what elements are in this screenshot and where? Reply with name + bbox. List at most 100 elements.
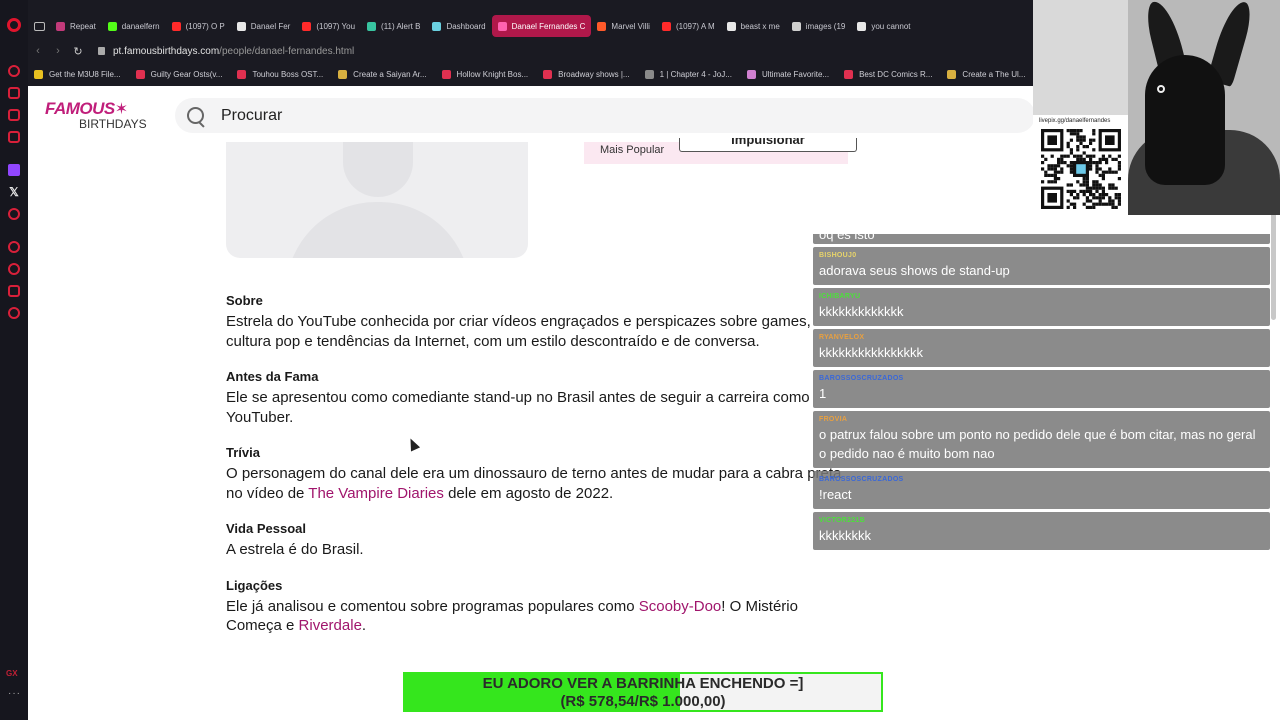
- back-icon[interactable]: ‹: [28, 45, 48, 57]
- bookmark-favicon-icon: [441, 69, 451, 79]
- tab-favicon-icon: [236, 21, 246, 31]
- bag-icon[interactable]: [8, 87, 20, 99]
- browser-tab[interactable]: (1097) A M: [656, 15, 721, 37]
- browser-tab[interactable]: (1097) You: [296, 15, 361, 37]
- before-fame-heading: Antes da Fama: [226, 369, 319, 384]
- bookmark-item[interactable]: Create a The Ul...: [947, 69, 1025, 79]
- chat-username: VICTOR221B: [819, 517, 866, 524]
- links-heading: Ligações: [226, 577, 283, 593]
- personal-life-text: A estrela é do Brasil.: [226, 541, 364, 558]
- browser-tab[interactable]: Marvel Villi: [591, 15, 656, 37]
- browser-tab[interactable]: Danael Fer: [231, 15, 297, 37]
- browser-tab[interactable]: Repeat: [50, 15, 102, 37]
- music-icon[interactable]: [8, 131, 20, 143]
- chat-message: VICTOR221B kkkkkkkk: [813, 512, 1270, 550]
- url-field[interactable]: pt.famousbirthdays.com/people/danael-fer…: [113, 46, 354, 57]
- tab-favicon-icon: [302, 21, 312, 31]
- tab-favicon-icon: [367, 21, 377, 31]
- lock-icon[interactable]: [98, 47, 105, 55]
- bookmark-item[interactable]: Create a Saiyan Ar...: [338, 69, 427, 79]
- clock-icon[interactable]: [8, 263, 20, 275]
- tab-menu-icon[interactable]: [28, 15, 50, 37]
- tab-label: (1097) A M: [675, 21, 715, 31]
- twitch-icon[interactable]: [8, 164, 20, 176]
- bookmark-favicon-icon: [543, 69, 553, 79]
- more-icon[interactable]: ···: [8, 688, 21, 699]
- personal-life-heading: Vida Pessoal: [226, 521, 306, 536]
- gx-corner-icon[interactable]: GX: [6, 669, 18, 678]
- forward-icon[interactable]: ›: [48, 45, 68, 57]
- bookmark-item[interactable]: Ultimate Favorite...: [746, 69, 830, 79]
- tab-label: (1097) You: [316, 21, 356, 31]
- bookmark-item[interactable]: Broadway shows |...: [543, 69, 630, 79]
- bookmark-label: Get the M3U8 File...: [49, 69, 121, 79]
- boost-button[interactable]: Impulsionar: [679, 138, 857, 152]
- search-icon[interactable]: [187, 106, 205, 125]
- tab-favicon-icon: [107, 21, 117, 31]
- browser-tab[interactable]: Danael Fernandes C: [491, 15, 592, 37]
- qr-panel: livepix.gg/danaelfernandes: [1033, 115, 1128, 215]
- player-icon[interactable]: [8, 208, 20, 220]
- stream-chat-overlay: oq es isto BISHOUJ0 adorava seus shows de …: [813, 234, 1270, 584]
- avatar-head-shape: [343, 142, 413, 197]
- site-logo[interactable]: FAMOUS✶ BIRTHDAYS: [45, 100, 147, 130]
- tab-favicon-icon: [597, 21, 607, 31]
- chat-username: FROVIA: [819, 416, 848, 423]
- trivia-text: O personagem do canal dele era um dinoss…: [226, 465, 842, 502]
- tab-favicon-icon: [56, 21, 65, 31]
- bookmark-favicon-icon: [135, 69, 145, 79]
- search-bar[interactable]: Procurar: [175, 98, 1035, 133]
- trivia-heading: Trívia: [226, 445, 260, 460]
- reload-icon[interactable]: ↻: [68, 45, 88, 58]
- bookmark-item[interactable]: Hollow Knight Bos...: [441, 69, 528, 79]
- browser-tab[interactable]: images (19: [786, 15, 852, 37]
- browser-tab[interactable]: (11) Alert B: [361, 15, 426, 37]
- bookmark-label: Create a Saiyan Ar...: [353, 69, 427, 79]
- chat-text: kkkkkkkkkkkkk: [819, 304, 904, 319]
- chat-text: 1: [819, 386, 827, 401]
- vampire-diaries-link[interactable]: The Vampire Diaries: [308, 485, 444, 502]
- address-bar: ‹ › ↻ pt.famousbirthdays.com/people/dana…: [28, 40, 1033, 62]
- bookmark-item[interactable]: Touhou Boss OST...: [237, 69, 323, 79]
- bookmark-label: Guilty Gear Osts(v...: [150, 69, 223, 79]
- browser-tab[interactable]: Dashboard: [426, 15, 491, 37]
- bookmark-label: Ultimate Favorite...: [761, 69, 830, 79]
- popularity-box: Mais Popular Impulsionar: [584, 138, 857, 164]
- history-icon[interactable]: [8, 241, 20, 253]
- opera-logo-icon[interactable]: [7, 18, 21, 32]
- tab-favicon-icon: [661, 21, 671, 31]
- browser-tab[interactable]: (1097) O P: [166, 15, 231, 37]
- tab-favicon-icon: [432, 21, 442, 31]
- browser-tab[interactable]: beast x me: [721, 15, 786, 37]
- tab-bar: Repeat danaelfern (1097) O P Danael Fer (109…: [28, 14, 1033, 38]
- chat-message: oq es isto: [813, 234, 1270, 244]
- bookmark-item[interactable]: Best DC Comics R...: [844, 69, 932, 79]
- bookmarks-bar: Get the M3U8 File... Guilty Gear Osts(v..…: [28, 64, 1033, 84]
- chat-message: BAROSSOSCRUZADOS 1: [813, 370, 1270, 408]
- tab-favicon-icon: [171, 21, 181, 31]
- bookmark-favicon-icon: [237, 69, 247, 79]
- tab-label: Danael Fer: [250, 21, 291, 31]
- chat-username: BAROSSOSCRUZADOS: [819, 375, 904, 382]
- bookmark-item[interactable]: Guilty Gear Osts(v...: [135, 69, 223, 79]
- tab-favicon-icon: [726, 21, 736, 31]
- scooby-doo-link[interactable]: Scooby-Doo: [639, 598, 722, 615]
- chat-text: adorava seus shows de stand-up: [819, 263, 1010, 278]
- speed-dial-icon[interactable]: [8, 65, 20, 77]
- news-icon[interactable]: [8, 109, 20, 121]
- riverdale-link[interactable]: Riverdale: [299, 617, 362, 634]
- bookmark-item[interactable]: 1 | Chapter 4 - JoJ...: [644, 69, 732, 79]
- browser-tab[interactable]: danaelfern: [102, 15, 166, 37]
- tab-label: danaelfern: [121, 21, 160, 31]
- search-input[interactable]: Procurar: [221, 107, 282, 125]
- x-icon[interactable]: 𝕏: [8, 186, 20, 198]
- settings-icon[interactable]: [8, 307, 20, 319]
- goal-title: EU ADORO VER A BARRINHA ENCHENDO =]: [482, 675, 804, 692]
- extensions-icon[interactable]: [8, 285, 20, 297]
- webcam-overlay: livepix.gg/danaelfernandes: [1033, 0, 1280, 215]
- browser-tab[interactable]: you cannot: [851, 15, 916, 37]
- browser-sidebar: 𝕏 GX ···: [0, 0, 28, 720]
- bookmark-item[interactable]: Get the M3U8 File...: [34, 69, 121, 79]
- before-fame-text: Ele se apresentou como comediante stand-…: [226, 389, 810, 426]
- bookmark-label: 1 | Chapter 4 - JoJ...: [659, 69, 732, 79]
